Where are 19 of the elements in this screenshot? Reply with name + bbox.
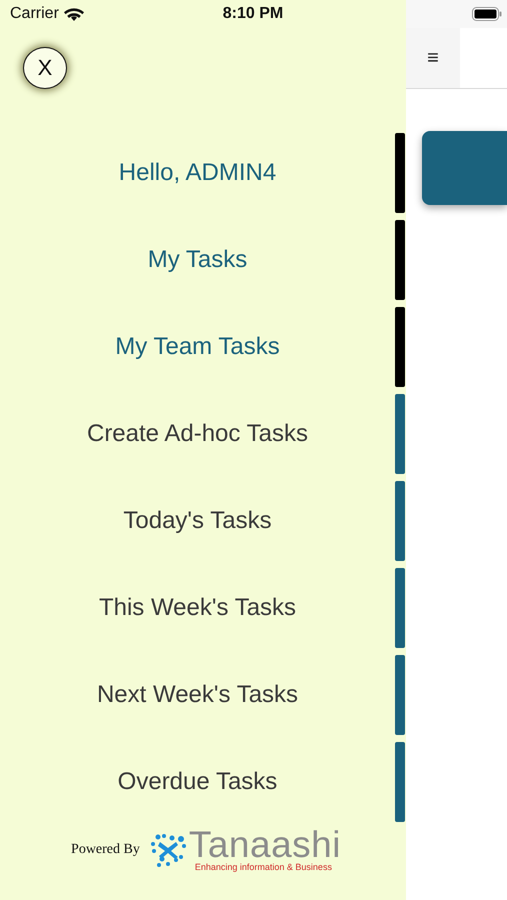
brand-name: Tanaashi <box>188 828 341 862</box>
carrier-label: Carrier <box>10 5 59 23</box>
powered-by-label: Powered By <box>71 842 140 858</box>
brand-tagline: Enhancing information & Business <box>194 862 333 872</box>
menu-item[interactable]: Today's Tasks <box>123 507 272 535</box>
menu-item[interactable]: Overdue Tasks <box>118 768 278 796</box>
menu-item[interactable]: Hello, ADMIN4 <box>118 159 276 187</box>
menu-item[interactable]: My Tasks <box>148 246 248 274</box>
menu-item[interactable]: My Team Tasks <box>115 333 280 361</box>
menu-item[interactable]: This Week's Tasks <box>98 594 296 622</box>
action-card[interactable] <box>422 131 507 205</box>
wifi-icon <box>64 6 84 22</box>
logo-icon <box>150 832 186 868</box>
clock-time: 8:10 PM <box>222 5 284 23</box>
close-button[interactable]: X <box>23 47 67 89</box>
menu-item[interactable]: Next Week's Tasks <box>96 681 298 709</box>
menu-button[interactable]: ≡ <box>406 28 460 88</box>
battery-icon <box>472 7 502 21</box>
menu-item[interactable]: Create Ad-hoc Tasks <box>86 420 308 448</box>
